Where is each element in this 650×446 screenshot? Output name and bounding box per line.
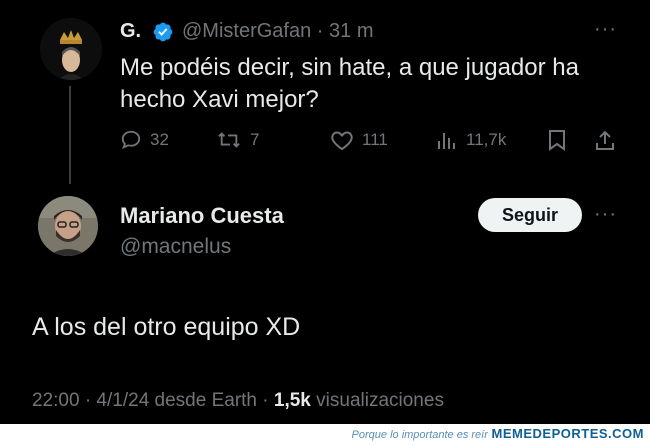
watermark-tagline: Porque lo importante es reír (351, 429, 488, 441)
reply-icon (121, 130, 141, 149)
watermark: Porque lo importante es reír MEMEDEPORTE… (352, 426, 644, 441)
reply-views-label: visualizaciones (310, 390, 444, 411)
reply-author-avatar[interactable] (38, 196, 98, 256)
tweet-text: Me podéis decir, sin hate, a que jugador… (120, 54, 579, 113)
views-icon (438, 133, 455, 149)
like-count: 111 (362, 130, 388, 149)
reply-author-name[interactable]: Mariano Cuesta (120, 203, 284, 229)
watermark-site: MEMEDEPORTES.COM (491, 426, 644, 441)
follow-button[interactable]: Seguir (478, 198, 582, 232)
retweet-icon (218, 132, 240, 148)
like-button[interactable]: 111 (330, 128, 388, 152)
tweet-time[interactable]: · 31 m (317, 20, 374, 42)
reply-button[interactable]: 32 (120, 128, 169, 152)
more-options-button[interactable]: ··· (594, 18, 617, 41)
reply-timestamp[interactable]: 22:00 · 4/1/24 desde Earth · (32, 390, 274, 411)
reply-author-handle[interactable]: @macnelus (120, 235, 231, 259)
retweet-count: 7 (250, 130, 260, 149)
verified-icon (153, 22, 173, 42)
author-handle[interactable]: @MisterGafan (182, 20, 311, 42)
thread-line (69, 86, 71, 184)
reply-more-options-button[interactable]: ··· (594, 203, 617, 226)
bookmark-icon (549, 130, 565, 151)
bookmark-button[interactable] (548, 128, 566, 152)
reply-text: A los del otro equipo XD (32, 313, 301, 341)
share-button[interactable] (594, 128, 616, 152)
like-icon (331, 131, 353, 151)
author-avatar[interactable] (40, 18, 102, 80)
reply-meta: 22:00 · 4/1/24 desde Earth · 1,5k visual… (32, 390, 444, 412)
views-count: 11,7k (466, 130, 507, 149)
reply-count: 32 (150, 130, 169, 149)
reply-views-count: 1,5k (273, 390, 311, 411)
views-button[interactable]: 11,7k (436, 128, 506, 152)
author-name[interactable]: G. (120, 20, 141, 43)
retweet-button[interactable]: 7 (216, 128, 259, 152)
share-icon (596, 130, 614, 150)
